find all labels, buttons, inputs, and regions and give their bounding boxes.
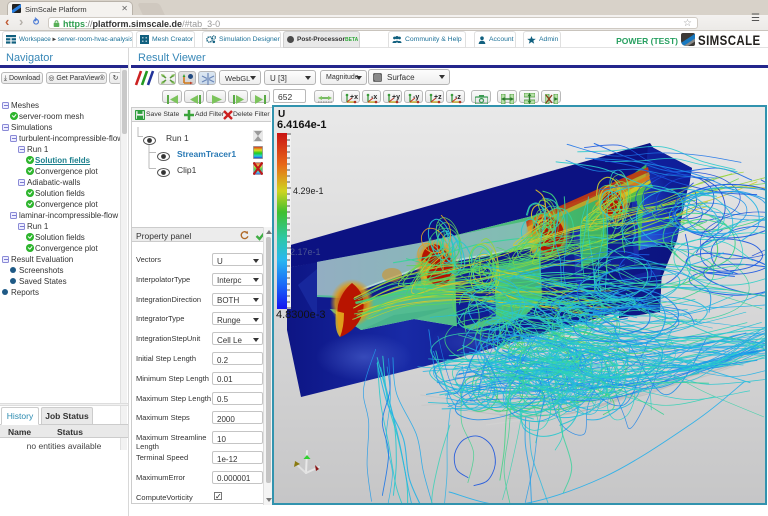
svg-text:+x: +x <box>350 94 358 101</box>
svg-text:-y: -y <box>413 94 419 101</box>
svg-text:4.29e-1: 4.29e-1 <box>293 186 324 196</box>
svg-text:-z: -z <box>455 94 461 101</box>
svg-text:-x: -x <box>371 94 377 101</box>
svg-text:2.17e-1: 2.17e-1 <box>290 247 321 257</box>
svg-text:4.8300e-3: 4.8300e-3 <box>276 309 326 321</box>
svg-text:6.4164e-1: 6.4164e-1 <box>277 119 327 131</box>
svg-text:+z: +z <box>434 94 442 101</box>
svg-text:+y: +y <box>392 94 400 101</box>
